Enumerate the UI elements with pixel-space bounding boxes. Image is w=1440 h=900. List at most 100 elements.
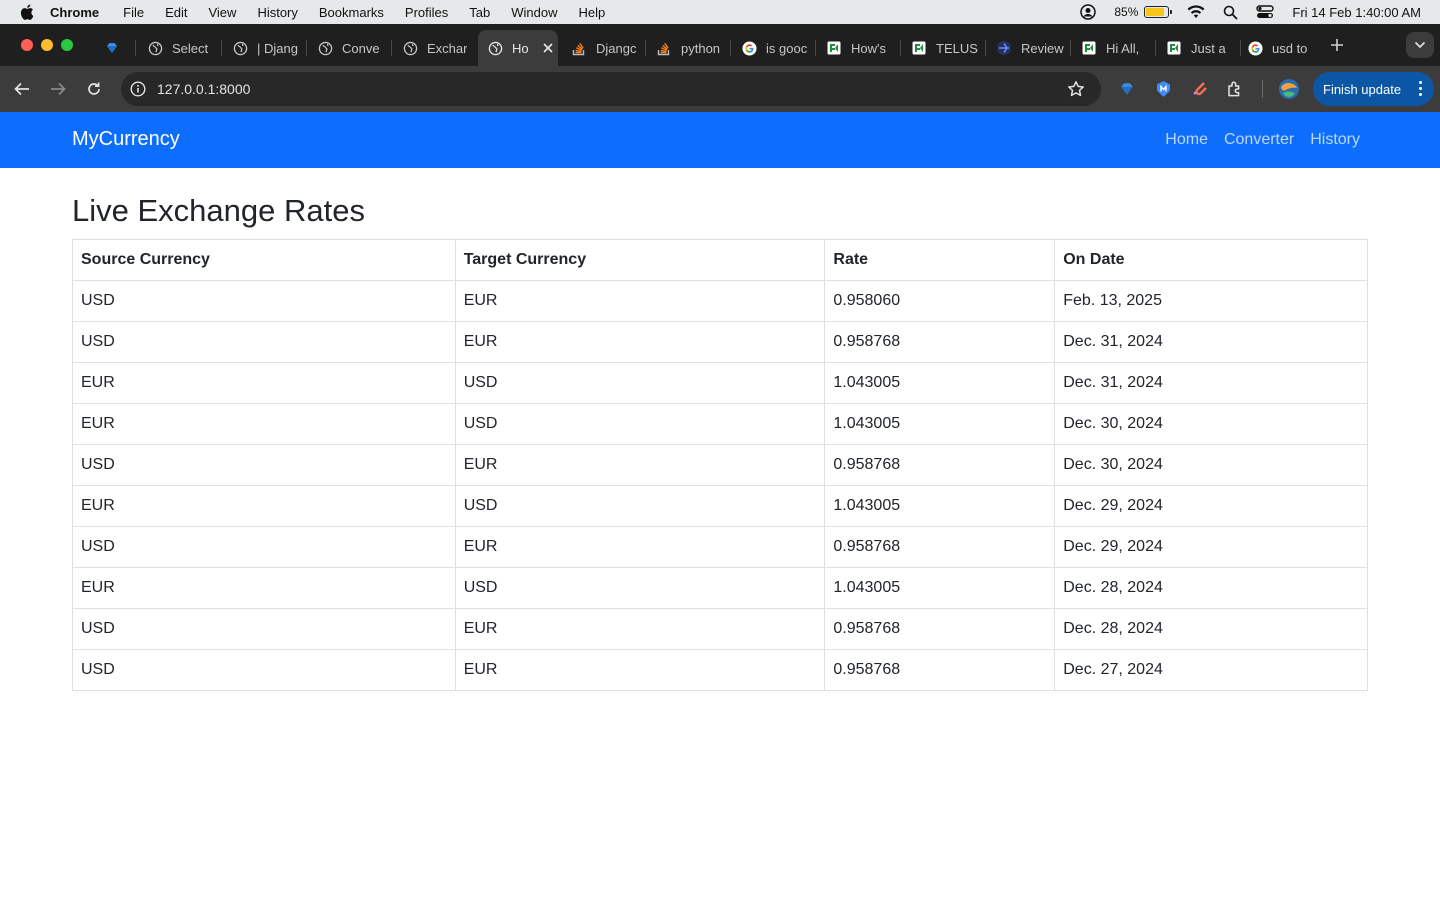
control-center-icon[interactable]: [1256, 5, 1275, 19]
cell-on-date: Dec. 29, 2024: [1054, 485, 1368, 527]
tab-title: usd to: [1272, 40, 1308, 56]
browser-tab[interactable]: Select: [138, 30, 222, 66]
menu-file[interactable]: File: [123, 5, 144, 20]
shield-extension-icon[interactable]: [1154, 80, 1172, 98]
navbar-brand[interactable]: MyCurrency: [72, 128, 180, 151]
browser-tab[interactable]: TELUS: [902, 30, 986, 66]
table-row: USD EUR 0.958768 Dec. 27, 2024: [72, 649, 1368, 691]
menu-help[interactable]: Help: [579, 5, 606, 20]
cell-rate: 0.958768: [824, 321, 1056, 363]
browser-tab[interactable]: Hi All,: [1072, 30, 1156, 66]
close-tab-icon[interactable]: [540, 43, 556, 53]
browser-tab-strip: Select | Djang Conve Exchar Ho Djangc py…: [0, 24, 1440, 66]
address-bar-url[interactable]: 127.0.0.1:8000: [157, 81, 250, 97]
browser-tab[interactable]: | Djang: [223, 30, 307, 66]
magnet-extension-icon[interactable]: [1190, 80, 1208, 98]
tab-title: Select: [172, 40, 209, 56]
menu-history[interactable]: History: [257, 5, 297, 20]
wifi-icon[interactable]: [1187, 5, 1205, 19]
gem-extension-icon[interactable]: [1118, 80, 1136, 98]
nav-link-converter[interactable]: Converter: [1224, 131, 1294, 149]
nav-link-home[interactable]: Home: [1165, 131, 1208, 149]
spotlight-search-icon[interactable]: [1223, 5, 1238, 20]
browser-tab[interactable]: Djangc: [562, 30, 646, 66]
cell-source-currency: EUR: [72, 567, 456, 609]
forward-arrow-icon[interactable]: [47, 78, 69, 100]
battery-icon[interactable]: [1144, 6, 1173, 18]
menubar-clock[interactable]: Fri 14 Feb 1:40:00 AM: [1292, 5, 1421, 20]
bookmark-star-icon[interactable]: [1067, 80, 1085, 98]
more-menu-icon[interactable]: [1419, 81, 1422, 96]
reload-icon[interactable]: [83, 78, 105, 100]
cell-rate: 0.958768: [824, 649, 1056, 691]
browser-tab[interactable]: Just a: [1157, 30, 1241, 66]
cell-rate: 1.043005: [824, 362, 1056, 404]
user-account-icon[interactable]: [1080, 4, 1097, 20]
cell-source-currency: USD: [72, 526, 456, 568]
globe-icon: [147, 40, 163, 56]
nav-link-history[interactable]: History: [1310, 131, 1360, 149]
stackoverflow-icon: [656, 40, 672, 56]
address-bar[interactable]: 127.0.0.1:8000: [121, 72, 1101, 106]
table-row: EUR USD 1.043005 Dec. 31, 2024: [72, 362, 1368, 404]
cell-rate: 0.958768: [824, 608, 1056, 650]
menu-app-chrome[interactable]: Chrome: [50, 5, 99, 20]
browser-tab[interactable]: is gooc: [732, 30, 816, 66]
tab-title: TELUS: [936, 40, 978, 56]
menu-tab[interactable]: Tab: [469, 5, 490, 20]
review-icon: [996, 40, 1012, 56]
gem-icon: [104, 40, 120, 56]
tab-title: Review: [1021, 40, 1064, 56]
browser-tab[interactable]: usd to: [1242, 30, 1320, 66]
cell-rate: 0.958060: [824, 280, 1056, 322]
tab-title: Just a: [1191, 40, 1226, 56]
profile-avatar[interactable]: [1278, 78, 1300, 100]
table-body: USD EUR 0.958060 Feb. 13, 2025 USD EUR 0.95876…: [72, 280, 1368, 691]
minimize-window-button[interactable]: [41, 39, 53, 51]
zoom-window-button[interactable]: [61, 39, 73, 51]
tab-title: Exchar: [427, 40, 468, 56]
cell-target-currency: EUR: [454, 444, 826, 486]
cell-source-currency: USD: [72, 649, 456, 691]
browser-tab-active[interactable]: Ho: [478, 30, 558, 66]
browser-tab[interactable]: Exchar: [393, 30, 477, 66]
cell-on-date: Feb. 13, 2025: [1054, 280, 1368, 322]
browser-tab-pinned[interactable]: [98, 30, 136, 66]
finish-update-button[interactable]: Finish update: [1313, 72, 1434, 106]
page-title: Live Exchange Rates: [72, 193, 365, 228]
close-window-button[interactable]: [21, 39, 33, 51]
cell-on-date: Dec. 30, 2024: [1054, 403, 1368, 445]
cell-target-currency: EUR: [454, 321, 826, 363]
menu-profiles[interactable]: Profiles: [405, 5, 448, 20]
site-navbar: MyCurrency Home Converter History: [0, 112, 1440, 168]
cell-target-currency: USD: [454, 567, 826, 609]
apple-icon[interactable]: [20, 4, 34, 20]
cell-source-currency: EUR: [72, 403, 456, 445]
cell-on-date: Dec. 31, 2024: [1054, 321, 1368, 363]
site-info-icon[interactable]: [130, 81, 146, 97]
sheet-icon: [826, 40, 842, 56]
google-icon: [741, 40, 757, 56]
cell-target-currency: USD: [454, 362, 826, 404]
column-header-target-currency: Target Currency: [454, 239, 826, 281]
menu-edit[interactable]: Edit: [165, 5, 187, 20]
new-tab-plus-icon[interactable]: [1328, 36, 1346, 54]
menu-view[interactable]: View: [208, 5, 236, 20]
browser-tab[interactable]: python: [647, 30, 731, 66]
browser-tab[interactable]: Conve: [308, 30, 392, 66]
extensions-puzzle-icon[interactable]: [1226, 80, 1244, 98]
globe-icon: [232, 40, 248, 56]
menu-window[interactable]: Window: [511, 5, 557, 20]
tab-title: How's: [851, 40, 886, 56]
cell-source-currency: EUR: [72, 362, 456, 404]
cell-source-currency: USD: [72, 280, 456, 322]
stackoverflow-icon: [571, 40, 587, 56]
menu-bookmarks[interactable]: Bookmarks: [319, 5, 384, 20]
back-arrow-icon[interactable]: [11, 78, 33, 100]
tab-search-chevron-down-icon[interactable]: [1406, 32, 1434, 58]
table-row: USD EUR 0.958768 Dec. 29, 2024: [72, 526, 1368, 568]
browser-tab[interactable]: Review: [987, 30, 1071, 66]
globe-icon: [487, 40, 503, 56]
browser-tab[interactable]: How's: [817, 30, 901, 66]
table-header-row: Source Currency Target Currency Rate On …: [72, 239, 1368, 281]
